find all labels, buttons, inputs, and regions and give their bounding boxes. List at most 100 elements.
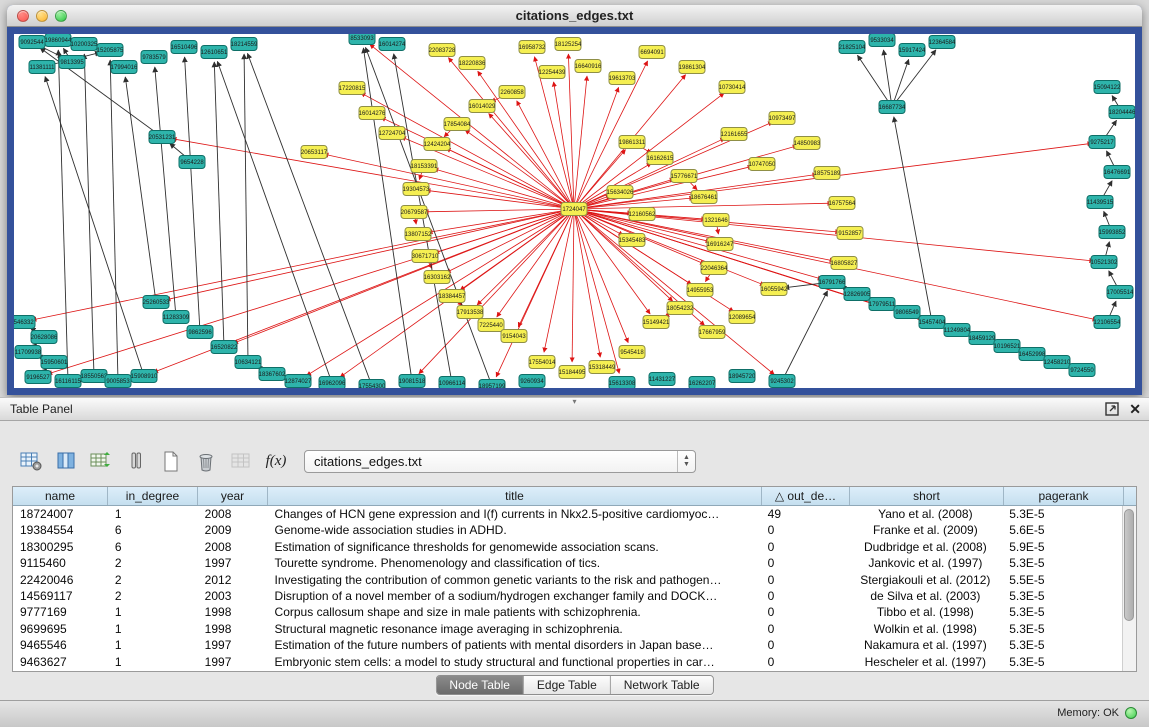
table-cell[interactable]: Hescheler et al. (1997) (848, 654, 1002, 670)
function-builder-button[interactable]: f(x) (263, 448, 289, 474)
table-cell[interactable]: 1997 (198, 555, 268, 571)
table-cell[interactable]: 1 (108, 654, 198, 670)
table-cell[interactable]: Tibbo et al. (1998) (848, 604, 1002, 620)
graph-node[interactable]: 16014274 (379, 38, 406, 51)
table-cell[interactable]: Embryonic stem cells: a model to study s… (268, 654, 761, 670)
column-header-pagerank[interactable]: pagerank (1004, 487, 1124, 505)
graph-node[interactable]: 20628086 (31, 331, 58, 344)
table-row[interactable]: 977716911998Corpus callosum shape and si… (13, 604, 1122, 620)
graph-node[interactable]: 18125254 (555, 38, 582, 51)
table-row[interactable]: 1872400712008Changes of HCN gene express… (13, 506, 1122, 522)
graph-node[interactable]: 16014276 (359, 107, 386, 120)
graph-node[interactable]: 11283309 (163, 311, 190, 324)
table-cell[interactable]: Changes of HCN gene expression and I(f) … (268, 506, 761, 522)
table-cell[interactable]: 1 (108, 506, 198, 522)
graph-node[interactable]: 12106554 (1094, 316, 1121, 329)
graph-node[interactable]: 18153391 (411, 160, 438, 173)
table-settings-button[interactable] (18, 448, 44, 474)
table-scrollbar[interactable] (1122, 506, 1136, 671)
table-cell[interactable]: 5.9E-5 (1002, 539, 1122, 555)
graph-node[interactable]: 15184495 (559, 366, 586, 379)
table-cell[interactable]: 5.3E-5 (1002, 555, 1122, 571)
graph-node[interactable]: 22083728 (429, 44, 456, 57)
graph-node[interactable]: 16303162 (424, 271, 451, 284)
graph-node[interactable]: 18945720 (729, 370, 756, 383)
table-cell[interactable]: Investigating the contribution of common… (268, 572, 761, 588)
graph-node[interactable]: 15634026 (607, 186, 634, 199)
graph-node[interactable]: 9724550 (1069, 364, 1095, 377)
graph-node[interactable]: 17913538 (457, 306, 484, 319)
graph-node[interactable]: 17554014 (529, 356, 556, 369)
table-cell[interactable]: Corpus callosum shape and size in male p… (268, 604, 761, 620)
graph-node[interactable]: 9196527 (25, 371, 51, 384)
table-cell[interactable]: 5.3E-5 (1002, 604, 1122, 620)
graph-node[interactable]: 15318449 (589, 361, 616, 374)
graph-node[interactable]: 9005853 (105, 375, 131, 388)
table-cell[interactable]: 0 (761, 572, 849, 588)
graph-node[interactable]: 9092544 (19, 36, 45, 49)
table-cell[interactable]: 1 (108, 604, 198, 620)
graph-node[interactable]: 16916247 (707, 238, 734, 251)
table-cell[interactable]: 19384554 (13, 522, 108, 538)
table-cell[interactable]: 2008 (198, 506, 268, 522)
graph-node[interactable]: 10966114 (439, 377, 466, 389)
graph-node[interactable]: 17220815 (339, 82, 366, 95)
table-row[interactable]: 1938455462009Genome-wide association stu… (13, 522, 1122, 538)
graph-node[interactable]: 10973497 (769, 112, 796, 125)
graph-node[interactable]: 14955953 (687, 284, 714, 297)
graph-node[interactable]: 12424204 (424, 138, 451, 151)
graph-node[interactable]: 6694091 (639, 46, 665, 59)
network-graph[interactable]: 1724047226085816014029178540841242420418… (14, 34, 1135, 388)
table-cell[interactable]: 1997 (198, 654, 268, 670)
graph-node[interactable]: 17554300 (359, 380, 386, 389)
graph-node[interactable]: 12254439 (539, 66, 566, 79)
graph-node[interactable]: 11439515 (1087, 196, 1114, 209)
graph-node[interactable]: 18459129 (969, 332, 996, 345)
graph-node[interactable]: 22046364 (701, 262, 728, 275)
table-row[interactable]: 1830029562008Estimation of significance … (13, 539, 1122, 555)
graph-node[interactable]: 9862596 (187, 326, 213, 339)
table-cell[interactable]: 6 (108, 522, 198, 538)
graph-node[interactable]: 19081518 (399, 375, 426, 388)
table-cell[interactable]: 9463627 (13, 654, 108, 670)
graph-node[interactable]: 15457404 (919, 316, 946, 329)
graph-node[interactable]: 8533093 (349, 34, 375, 45)
graph-node[interactable]: 16476691 (1104, 166, 1131, 179)
table-cell[interactable]: 5.5E-5 (1002, 572, 1122, 588)
close-window-button[interactable] (17, 10, 29, 22)
column-header-name[interactable]: name (13, 487, 108, 505)
graph-node[interactable]: 20531231 (149, 131, 176, 144)
graph-node[interactable]: 12724704 (379, 127, 406, 140)
graph-node[interactable]: 16510496 (171, 41, 198, 54)
column-header-year[interactable]: year (198, 487, 268, 505)
graph-node[interactable]: 19861311 (619, 136, 646, 149)
column-header-title[interactable]: title (268, 487, 762, 505)
table-cell[interactable]: Tourette syndrome. Phenomenology and cla… (268, 555, 761, 571)
graph-node[interactable]: 15993852 (1099, 226, 1126, 239)
graph-node[interactable]: 18220836 (459, 57, 486, 70)
table-cell[interactable]: 1997 (198, 637, 268, 653)
graph-node[interactable]: 18676461 (691, 191, 718, 204)
graph-node[interactable]: 18384457 (439, 290, 466, 303)
graph-node[interactable]: 9533034 (869, 34, 895, 47)
table-cell[interactable]: 9465546 (13, 637, 108, 653)
table-cell[interactable]: Nakamura et al. (1997) (848, 637, 1002, 653)
tab-edge-table[interactable]: Edge Table (524, 676, 611, 694)
table-cell[interactable]: 6 (108, 539, 198, 555)
table-cell[interactable]: de Silva et al. (2003) (848, 588, 1002, 604)
graph-node[interactable]: 16055942 (761, 283, 788, 296)
graph-node[interactable]: 2260858 (499, 86, 525, 99)
graph-node[interactable]: 10200325 (71, 38, 98, 51)
table-cell[interactable]: 1998 (198, 621, 268, 637)
graph-node[interactable]: 1724047 (561, 203, 587, 216)
graph-node[interactable]: 9546332 (14, 316, 35, 329)
graph-node[interactable]: 16805827 (831, 257, 858, 270)
graph-node[interactable]: 18957199 (479, 380, 506, 389)
table-cell[interactable]: 5.3E-5 (1002, 588, 1122, 604)
graph-node[interactable]: 20679587 (401, 206, 428, 219)
graph-node[interactable]: 14850983 (794, 137, 821, 150)
table-cell[interactable]: 2 (108, 588, 198, 604)
table-cell[interactable]: 14569117 (13, 588, 108, 604)
table-cell[interactable]: 5.6E-5 (1002, 522, 1122, 538)
graph-node[interactable]: 16640916 (575, 60, 602, 73)
